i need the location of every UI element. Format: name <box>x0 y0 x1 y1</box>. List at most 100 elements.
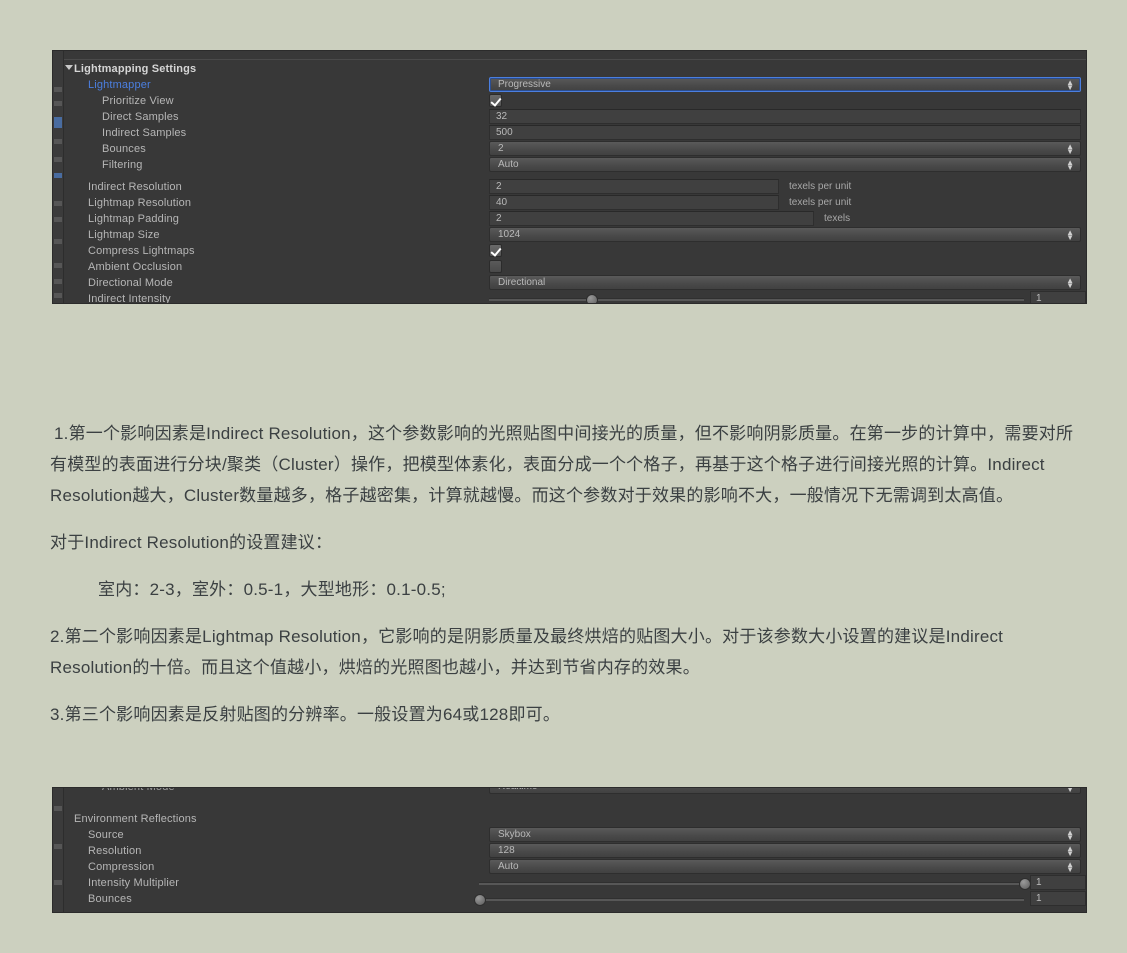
lightmap-resolution-input[interactable]: 40 <box>489 195 779 210</box>
chevron-updown-icon: ▲▼ <box>1066 860 1074 874</box>
row-resolution[interactable]: Resolution 128 ▲ ▼ <box>64 843 1081 859</box>
panel-title: Lightmapping Settings <box>74 63 197 75</box>
indirect-intensity-value[interactable]: 1 <box>1030 291 1086 303</box>
article-paragraph-2: 对于Indirect Resolution的设置建议： <box>50 533 333 552</box>
indirect-intensity-slider[interactable] <box>489 291 1024 303</box>
source-value: Skybox <box>498 829 531 840</box>
slider-knob[interactable] <box>474 894 486 906</box>
row-source[interactable]: Source Skybox ▲ ▼ <box>64 827 1081 843</box>
lightmap-padding-units: texels <box>824 213 851 224</box>
panel-top-divider <box>64 59 1086 60</box>
adjacent-panel-sliver-bottom <box>53 788 64 912</box>
resolution-dropdown[interactable]: 128 ▲ ▼ <box>489 843 1081 858</box>
indirect-resolution-units: texels per unit <box>789 181 852 192</box>
row-lightmap-size[interactable]: Lightmap Size 1024 ▲ ▼ <box>64 227 1081 243</box>
row-compression[interactable]: Compression Auto ▲ ▼ <box>64 859 1081 875</box>
resolution-value: 128 <box>498 845 515 856</box>
directional-mode-value: Directional <box>498 277 546 288</box>
row-label-resolution: Resolution <box>88 845 142 857</box>
chevron-updown-icon: ▲▼ <box>1066 158 1074 172</box>
compression-value: Auto <box>498 861 519 872</box>
filtering-dropdown[interactable]: Auto ▲ ▼ <box>489 157 1081 172</box>
prioritize-view-checkbox[interactable] <box>489 94 502 107</box>
ambient-mode-dropdown[interactable]: Realtime ▲▼ <box>489 788 1081 794</box>
row-indirect-samples[interactable]: Indirect Samples 500 <box>64 125 1081 141</box>
lightmap-padding-input[interactable]: 2 <box>489 211 814 226</box>
row-prioritize-view[interactable]: Prioritize View <box>64 93 1080 109</box>
lightmapper-value: Progressive <box>498 79 551 90</box>
row-intensity-multiplier[interactable]: Intensity Multiplier 1 <box>64 875 1086 891</box>
ambient-mode-value: Realtime <box>498 788 537 792</box>
row-label-prioritize-view: Prioritize View <box>102 95 174 107</box>
row-label-indirect-samples: Indirect Samples <box>102 127 187 139</box>
lightmapping-rows: Lightmapping Settings Lightmapper Progre… <box>64 51 1086 303</box>
row-label-compression: Compression <box>88 861 155 873</box>
compress-lightmaps-checkbox[interactable] <box>489 244 502 257</box>
bounces-value: 2 <box>498 143 504 154</box>
environment-reflections-panel: Ambient Mode Realtime ▲▼ Environment Ref… <box>52 787 1087 913</box>
row-compress-lightmaps[interactable]: Compress Lightmaps <box>64 243 1080 259</box>
bounces-dropdown[interactable]: 2 ▲ ▼ <box>489 141 1081 156</box>
row-lightmap-padding[interactable]: Lightmap Padding 2 texels <box>64 211 1080 227</box>
row-lightmap-resolution[interactable]: Lightmap Resolution 40 texels per unit <box>64 195 1080 211</box>
lightmapper-dropdown[interactable]: Progressive ▲ ▼ <box>489 77 1081 92</box>
row-ambient-occlusion[interactable]: Ambient Occlusion <box>64 259 1080 275</box>
chevron-updown-icon: ▲▼ <box>1066 228 1074 242</box>
directional-mode-dropdown[interactable]: Directional ▲ ▼ <box>489 275 1081 290</box>
row-indirect-intensity[interactable]: Indirect Intensity 1 <box>64 291 1086 304</box>
chevron-updown-icon: ▲▼ <box>1066 828 1074 842</box>
article-paragraph-4: 2.第二个影响因素是Lightmap Resolution，它影响的是阴影质量及… <box>50 627 1004 677</box>
compression-dropdown[interactable]: Auto ▲ ▼ <box>489 859 1081 874</box>
chevron-updown-icon: ▲▼ <box>1066 142 1074 156</box>
row-label-lightmap-resolution: Lightmap Resolution <box>88 197 192 209</box>
lightmap-size-dropdown[interactable]: 1024 ▲ ▼ <box>489 227 1081 242</box>
row-lightmapper[interactable]: Lightmapper Progressive ▲ ▼ <box>64 77 1081 93</box>
slider-track <box>479 882 1024 885</box>
row-label-direct-samples: Direct Samples <box>102 111 179 123</box>
row-env-bounces[interactable]: Bounces 1 <box>64 891 1086 907</box>
row-label-indirect-intensity: Indirect Intensity <box>88 293 171 304</box>
row-label-bounces: Bounces <box>102 143 146 155</box>
lightmapping-settings-panel: Lightmapping Settings Lightmapper Progre… <box>52 50 1087 304</box>
article-body: 1.第一个影响因素是Indirect Resolution，这个参数影响的光照贴… <box>50 418 1080 746</box>
row-ambient-mode-clipped[interactable]: Ambient Mode Realtime ▲▼ <box>64 787 1081 795</box>
row-directional-mode[interactable]: Directional Mode Directional ▲ ▼ <box>64 275 1081 291</box>
row-bounces[interactable]: Bounces 2 ▲ ▼ <box>64 141 1081 157</box>
row-label-lightmapper: Lightmapper <box>88 79 151 91</box>
lightmapping-foldout-row[interactable]: Lightmapping Settings <box>64 61 1080 77</box>
row-label-lightmap-padding: Lightmap Padding <box>88 213 180 225</box>
chevron-down-icon[interactable] <box>65 65 73 70</box>
ambient-occlusion-checkbox[interactable] <box>489 260 502 273</box>
article-paragraph-3: 室内：2-3，室外：0.5-1，大型地形：0.1-0.5; <box>98 580 446 599</box>
environment-reflections-title: Environment Reflections <box>74 813 197 825</box>
adjacent-panel-sliver <box>53 51 64 303</box>
row-direct-samples[interactable]: Direct Samples 32 <box>64 109 1081 125</box>
row-label-indirect-resolution: Indirect Resolution <box>88 181 182 193</box>
lightmap-resolution-units: texels per unit <box>789 197 852 208</box>
lightmap-size-value: 1024 <box>498 229 521 240</box>
filtering-value: Auto <box>498 159 519 170</box>
row-label-env-bounces: Bounces <box>88 893 132 905</box>
intensity-multiplier-slider[interactable] <box>479 875 1031 890</box>
row-label-intensity-multiplier: Intensity Multiplier <box>88 877 180 889</box>
direct-samples-input[interactable]: 32 <box>489 109 1081 124</box>
article-paragraph-5: 3.第三个影响因素是反射贴图的分辨率。一般设置为64或128即可。 <box>50 705 561 724</box>
source-dropdown[interactable]: Skybox ▲ ▼ <box>489 827 1081 842</box>
row-label-ambient-mode: Ambient Mode <box>102 787 175 793</box>
row-label-lightmap-size: Lightmap Size <box>88 229 160 241</box>
env-bounces-value[interactable]: 1 <box>1030 891 1086 906</box>
indirect-samples-input[interactable]: 500 <box>489 125 1081 140</box>
row-label-source: Source <box>88 829 124 841</box>
slider-track <box>489 298 1024 301</box>
intensity-multiplier-value[interactable]: 1 <box>1030 875 1086 890</box>
row-label-compress-lightmaps: Compress Lightmaps <box>88 245 195 257</box>
chevron-updown-icon: ▲▼ <box>1066 78 1074 92</box>
env-bounces-slider[interactable] <box>474 891 1024 906</box>
row-filtering[interactable]: Filtering Auto ▲ ▼ <box>64 157 1081 173</box>
article-paragraph-1: 1.第一个影响因素是Indirect Resolution，这个参数影响的光照贴… <box>50 424 1074 505</box>
slider-knob[interactable] <box>585 294 598 303</box>
chevron-updown-icon: ▲▼ <box>1066 276 1074 290</box>
row-indirect-resolution[interactable]: Indirect Resolution 2 texels per unit <box>64 179 1080 195</box>
indirect-resolution-input[interactable]: 2 <box>489 179 779 194</box>
row-label-ambient-occlusion: Ambient Occlusion <box>88 261 183 273</box>
